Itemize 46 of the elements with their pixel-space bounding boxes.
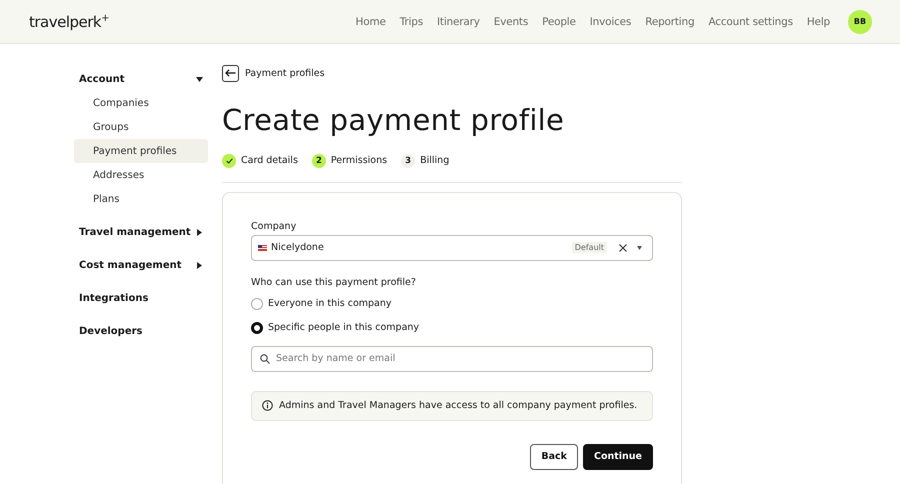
default-tag: Default	[572, 242, 607, 254]
avatar[interactable]: BB	[848, 10, 872, 34]
step-label: Billing	[420, 155, 450, 166]
sidebar-item[interactable]: Companies	[74, 91, 208, 115]
nav-link[interactable]: Help	[806, 16, 830, 28]
question-label: Who can use this payment profile?	[251, 276, 417, 288]
step-number: 3	[401, 154, 416, 168]
radio-button[interactable]	[251, 322, 263, 334]
logo[interactable]: travelperk$^{+}$	[29, 12, 110, 30]
continue-button[interactable]: Continue	[582, 444, 653, 470]
step-number: 2	[312, 154, 326, 168]
notice-text: Admins and Travel Managers have access to all company payment profiles.	[279, 400, 638, 412]
nav-link[interactable]: Itinerary	[437, 16, 480, 28]
nav-link[interactable]: Trips	[400, 16, 423, 28]
page-title: Create payment profile	[222, 102, 566, 139]
sidebar-group[interactable]: Cost management	[74, 253, 208, 277]
sidebar-group[interactable]: Integrations	[74, 286, 208, 310]
search-icon	[260, 354, 270, 364]
sidebar-item[interactable]: Plans	[74, 187, 208, 211]
caret-icon	[637, 246, 642, 250]
step-label: Permissions	[330, 155, 388, 166]
close-icon[interactable]	[619, 244, 627, 252]
nav-link[interactable]: People	[542, 16, 576, 28]
step-label: Card details	[241, 155, 298, 166]
sidebar-group[interactable]: Travel management	[74, 220, 208, 244]
sidebar-group[interactable]: Developers	[74, 319, 208, 343]
nav-link[interactable]: Account settings	[708, 16, 793, 28]
nav-link[interactable]: Events	[494, 16, 528, 28]
nav-link[interactable]: Reporting	[645, 16, 694, 28]
radio-button[interactable]	[251, 298, 263, 310]
radio-option[interactable]: Specific people in this company	[251, 320, 653, 336]
field-label: Company	[251, 220, 298, 232]
search-field[interactable]: Search by name or email	[251, 346, 653, 372]
breadcrumb-link[interactable]: Payment profiles	[245, 68, 325, 78]
flag-icon	[258, 244, 267, 251]
radio-option[interactable]: Everyone in this company	[251, 296, 653, 312]
sidebar-item[interactable]: Addresses	[74, 163, 208, 187]
sidebar-group[interactable]: Account	[74, 67, 208, 91]
nav-link[interactable]: Home	[356, 16, 386, 28]
info-icon	[262, 400, 273, 412]
sidebar-item[interactable]: Groups	[74, 115, 208, 139]
sidebar-item[interactable]: Payment profiles	[74, 139, 208, 163]
company-select[interactable]: Nicelydone Default	[251, 234, 653, 261]
back-button[interactable]: Back	[530, 444, 578, 470]
nav-link[interactable]: Invoices	[590, 16, 632, 28]
select-value: Nicelydone	[271, 242, 325, 254]
